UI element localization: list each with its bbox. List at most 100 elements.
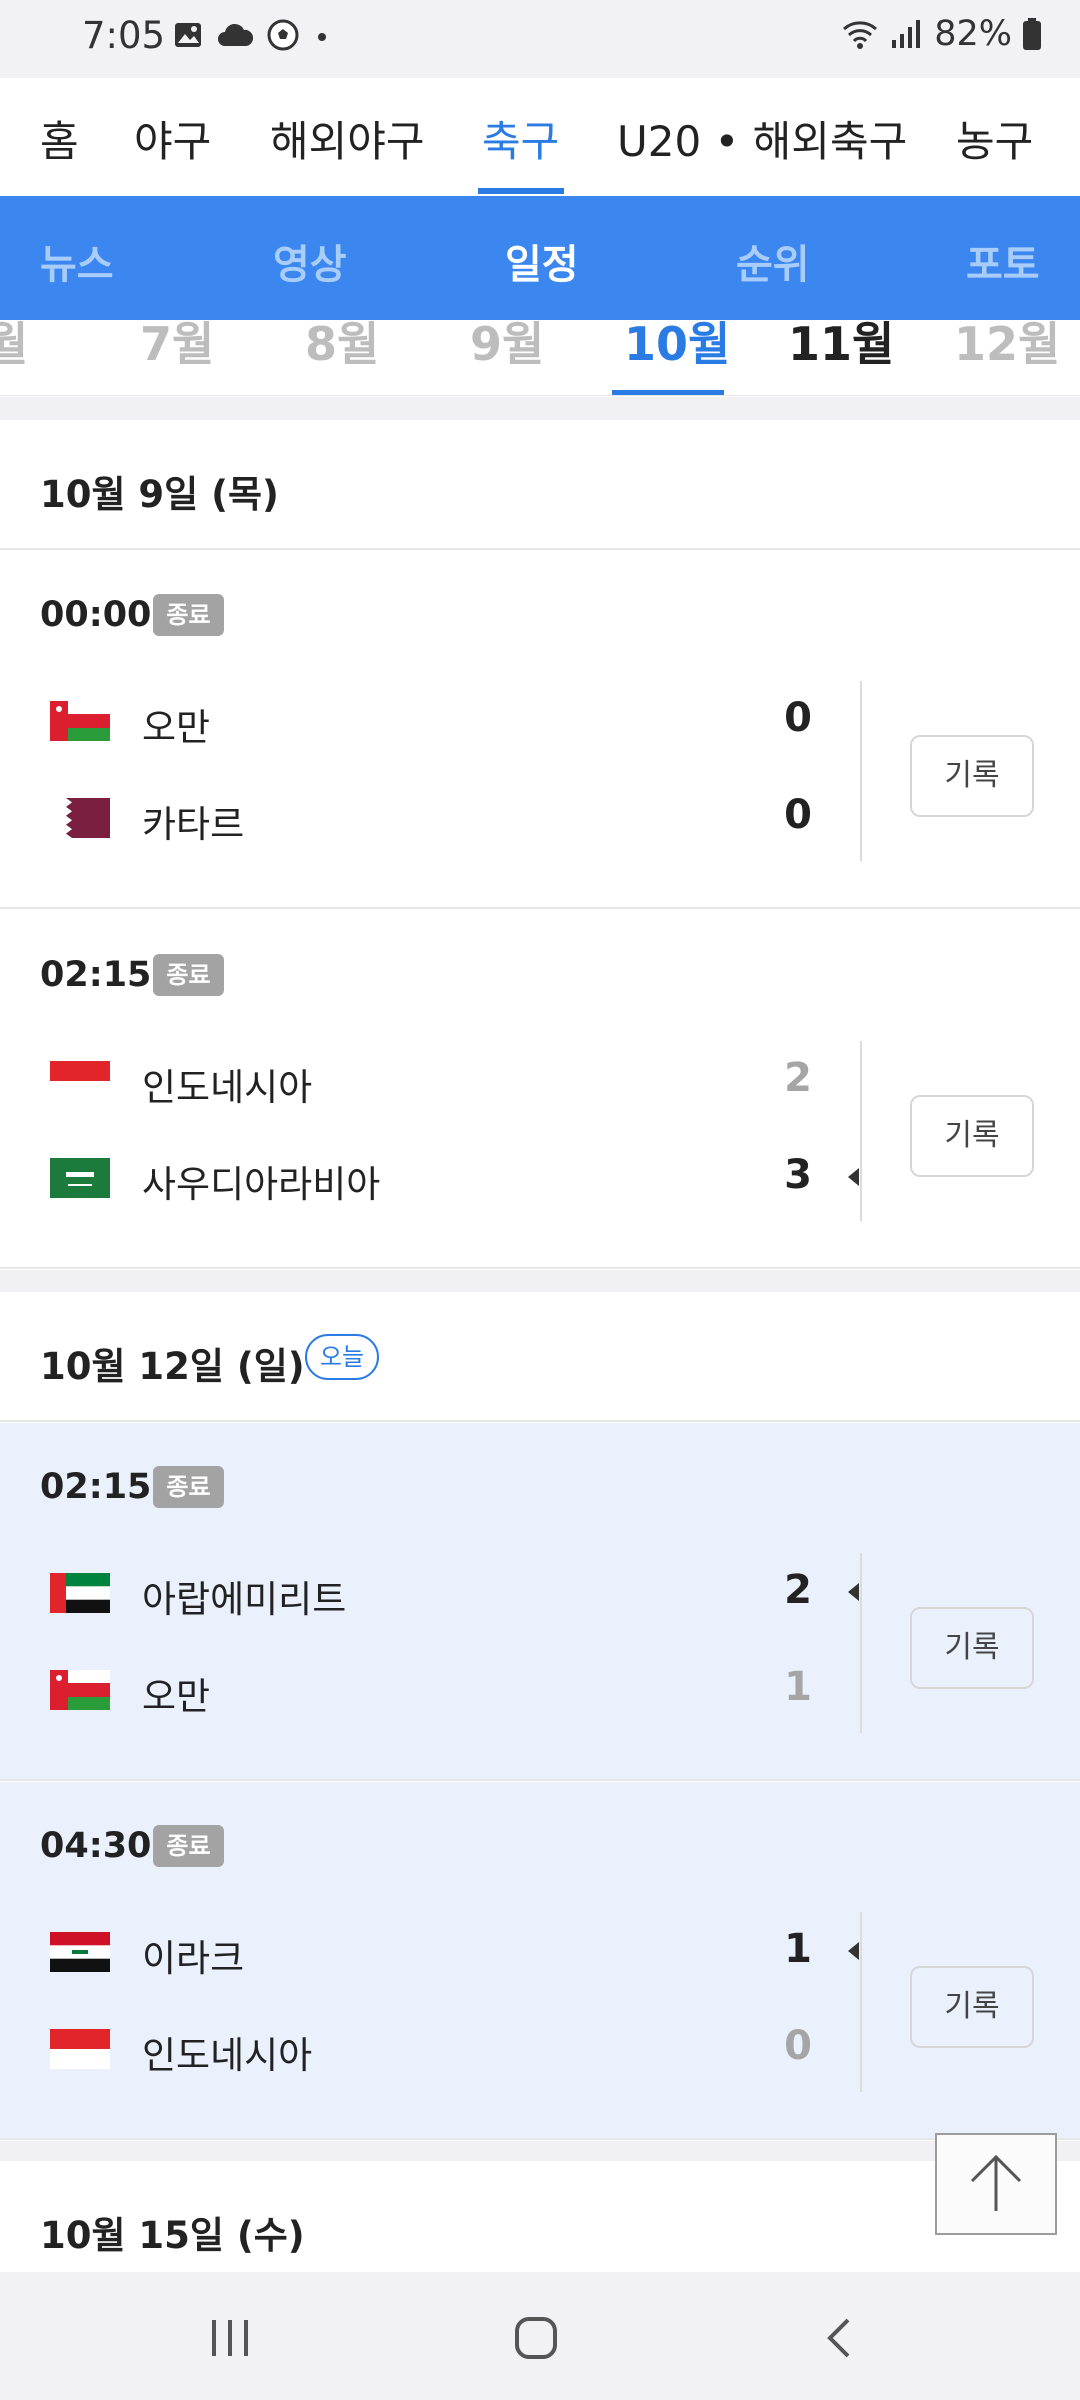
team-name: 인도네시아 xyxy=(142,1066,313,1109)
divider xyxy=(860,681,862,861)
active-month-indicator xyxy=(612,390,724,395)
tab-soccer[interactable]: 축구 xyxy=(482,108,559,169)
back-icon[interactable] xyxy=(820,2314,860,2362)
team-score: 2 xyxy=(784,1055,812,1101)
status-bar: 7:05 82% xyxy=(0,0,1080,78)
team-row: 오만 0 xyxy=(0,691,860,751)
match-card[interactable]: 00:00 종료 오만 0 카타르 0 기록 xyxy=(0,551,1080,909)
status-badge: 종료 xyxy=(153,1825,224,1867)
match-time: 02:15 xyxy=(40,955,152,995)
team-name: 아랍에미리트 xyxy=(142,1578,347,1621)
active-tab-indicator xyxy=(478,188,564,194)
date-header: 10월 9일 (목) xyxy=(0,420,1080,550)
month-november[interactable]: 11월 xyxy=(788,320,894,374)
subtab-photo[interactable]: 포토 xyxy=(966,232,1040,290)
date-title: 10월 15일 (수) xyxy=(40,2214,305,2257)
status-time: 7:05 xyxy=(82,14,166,57)
match-card[interactable]: 04:30 종료 이라크 1 인도네시아 0 기록 xyxy=(0,1782,1080,2140)
date-title: 10월 12일 (일) xyxy=(40,1345,305,1388)
team-name: 인도네시아 xyxy=(142,2034,313,2077)
team-row: 사우디아라비아 3 xyxy=(0,1148,860,1208)
top-nav: 홈 야구 해외야구 축구 U20 • 해외축구 농구 xyxy=(0,78,1080,196)
tab-u20-overseas-soccer[interactable]: U20 • 해외축구 xyxy=(617,108,907,169)
date-title: 10월 9일 (목) xyxy=(40,473,279,516)
status-badge: 종료 xyxy=(153,594,224,636)
section-gap xyxy=(0,1270,1080,1292)
scroll-to-top-button[interactable] xyxy=(935,2133,1057,2235)
dot-icon xyxy=(318,33,326,41)
team-row: 아랍에미리트 2 xyxy=(0,1563,860,1623)
today-badge: 오늘 xyxy=(305,1334,379,1380)
gallery-icon xyxy=(175,23,201,47)
subtab-standings[interactable]: 순위 xyxy=(736,232,810,290)
tab-overseas-baseball[interactable]: 해외야구 xyxy=(270,108,425,169)
team-name: 카타르 xyxy=(142,803,245,846)
month-selector: 월 7월 8월 9월 10월 11월 12월 xyxy=(0,320,1080,396)
team-row: 이라크 1 xyxy=(0,1922,860,1982)
month-september[interactable]: 9월 xyxy=(470,320,544,374)
record-button[interactable]: 기록 xyxy=(910,1607,1034,1689)
team-row: 오만 1 xyxy=(0,1660,860,1720)
team-score: 2 xyxy=(784,1567,812,1613)
match-time: 02:15 xyxy=(40,1467,152,1507)
divider xyxy=(860,1553,862,1733)
status-badge: 종료 xyxy=(153,1466,224,1508)
match-card[interactable]: 02:15 종료 아랍에미리트 2 오만 1 기록 xyxy=(0,1423,1080,1781)
record-button[interactable]: 기록 xyxy=(910,1966,1034,2048)
team-row: 인도네시아 0 xyxy=(0,2019,860,2079)
month-august[interactable]: 8월 xyxy=(305,320,379,374)
uae-flag-icon xyxy=(50,1573,110,1613)
winner-indicator-icon xyxy=(848,1942,859,1960)
indonesia-flag-icon xyxy=(50,1061,110,1101)
tab-home[interactable]: 홈 xyxy=(40,108,79,169)
team-name: 오만 xyxy=(142,1675,211,1718)
month-july[interactable]: 7월 xyxy=(140,320,214,374)
winner-indicator-icon xyxy=(848,1168,859,1186)
month-june[interactable]: 월 xyxy=(0,320,28,374)
match-time: 00:00 xyxy=(40,595,152,635)
battery-icon xyxy=(1023,18,1041,50)
subtab-video[interactable]: 영상 xyxy=(273,232,347,290)
system-navigation-bar xyxy=(0,2272,1080,2400)
team-row: 카타르 0 xyxy=(0,788,860,848)
section-gap xyxy=(0,397,1080,420)
indonesia-flag-icon xyxy=(50,2029,110,2069)
arrow-up-icon xyxy=(970,2154,1022,2211)
soccer-ball-icon xyxy=(267,19,299,51)
signal-icon xyxy=(892,20,921,48)
divider xyxy=(860,1041,862,1221)
divider xyxy=(860,1912,862,2092)
battery-percent: 82% xyxy=(934,14,1012,54)
team-score: 0 xyxy=(784,792,812,838)
wifi-icon xyxy=(843,21,878,49)
date-header: 10월 12일 (일) 오늘 xyxy=(0,1292,1080,1422)
saudi-arabia-flag-icon xyxy=(50,1158,110,1198)
record-button[interactable]: 기록 xyxy=(910,735,1034,817)
subtab-schedule[interactable]: 일정 xyxy=(505,232,579,290)
team-score: 0 xyxy=(784,2023,812,2069)
section-gap xyxy=(0,2141,1080,2161)
team-score: 1 xyxy=(784,1664,812,1710)
subtab-news[interactable]: 뉴스 xyxy=(40,232,114,290)
oman-flag-icon xyxy=(50,701,110,741)
iraq-flag-icon xyxy=(50,1932,110,1972)
team-score: 0 xyxy=(784,695,812,741)
winner-indicator-icon xyxy=(848,1583,859,1601)
recent-apps-icon[interactable] xyxy=(208,2316,252,2360)
home-icon[interactable] xyxy=(512,2314,560,2362)
team-name: 사우디아라비아 xyxy=(142,1163,381,1206)
tab-basketball[interactable]: 농구 xyxy=(956,108,1033,169)
tab-baseball[interactable]: 야구 xyxy=(134,108,211,169)
team-name: 오만 xyxy=(142,706,211,749)
status-badge: 종료 xyxy=(153,954,224,996)
match-card[interactable]: 02:15 종료 인도네시아 2 사우디아라비아 3 기록 xyxy=(0,911,1080,1269)
month-december[interactable]: 12월 xyxy=(954,320,1060,374)
sub-nav: 뉴스 영상 일정 순위 포토 xyxy=(0,196,1080,320)
match-time: 04:30 xyxy=(40,1826,152,1866)
team-score: 1 xyxy=(784,1926,812,1972)
month-october[interactable]: 10월 xyxy=(624,320,730,374)
record-button[interactable]: 기록 xyxy=(910,1095,1034,1177)
cloud-icon xyxy=(218,23,254,46)
qatar-flag-icon xyxy=(50,798,110,838)
oman-flag-icon xyxy=(50,1670,110,1710)
